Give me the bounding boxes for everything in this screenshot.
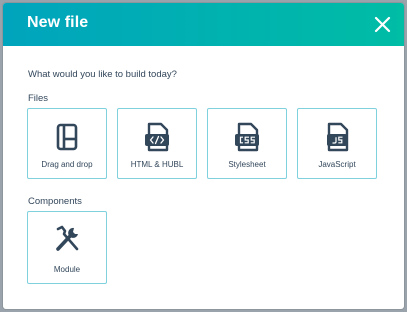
card-label: Stylesheet xyxy=(228,160,266,169)
dialog-title: New file xyxy=(27,14,89,31)
new-file-dialog: New file What would you like to build to… xyxy=(3,3,404,309)
card-label: JavaScript xyxy=(318,160,356,169)
card-label: Module xyxy=(53,265,81,274)
dialog-header: New file xyxy=(3,3,404,46)
card-label: HTML & HUBL xyxy=(130,160,184,169)
css-file-icon xyxy=(235,122,259,152)
html-file-icon xyxy=(145,122,169,152)
card-label: Drag and drop xyxy=(41,160,93,169)
components-section-title: Components xyxy=(28,196,82,207)
card-javascript[interactable]: JavaScript xyxy=(297,108,377,179)
card-html-hubl[interactable]: HTML & HUBL xyxy=(117,108,197,179)
dialog-prompt: What would you like to build today? xyxy=(28,69,177,80)
card-drag-and-drop[interactable]: Drag and drop xyxy=(27,108,107,179)
files-section-title: Files xyxy=(28,93,49,104)
js-file-icon xyxy=(327,122,349,152)
card-module[interactable]: Module xyxy=(27,211,107,284)
drag-drop-layout-icon xyxy=(56,123,78,151)
tools-icon xyxy=(56,225,79,251)
card-stylesheet[interactable]: Stylesheet xyxy=(207,108,287,179)
close-icon[interactable] xyxy=(373,15,392,34)
